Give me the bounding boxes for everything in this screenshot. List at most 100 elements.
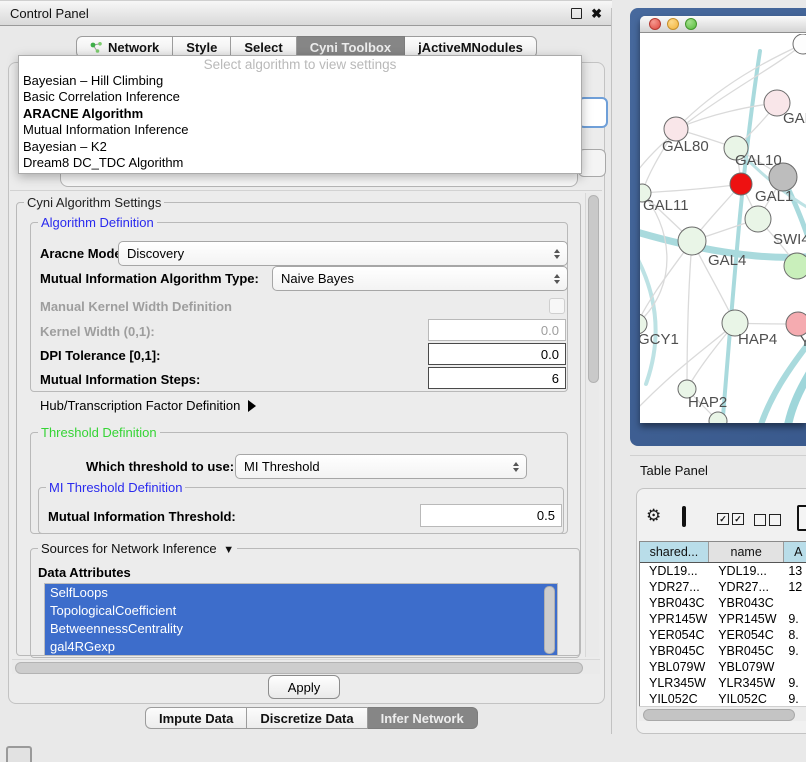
table-horizontal-scrollbar-thumb[interactable] (643, 709, 795, 721)
network-node-label: GAL4 (708, 252, 746, 269)
float-window-icon[interactable] (571, 8, 582, 19)
table-row[interactable]: YBR045CYBR045C9. (640, 643, 806, 659)
table-row[interactable]: YBR043CYBR043C (640, 595, 806, 611)
table-cell[interactable]: 9. (785, 675, 806, 691)
hub-tf-definition-toggle[interactable]: Hub/Transcription Factor Definition (40, 398, 256, 413)
column-header-partial[interactable]: A (784, 542, 806, 562)
aracne-mode-select[interactable]: Discovery (118, 241, 568, 266)
gear-icon[interactable]: ⚙ (646, 507, 661, 524)
network-window-titlebar[interactable] (640, 16, 806, 33)
table-cell[interactable]: YBR043C (709, 595, 785, 611)
table-cell[interactable]: YBL079W (640, 659, 709, 675)
algorithm-option[interactable]: Bayesian – K2 (19, 139, 581, 155)
checked-checkbox-icon[interactable]: ✓ (732, 513, 744, 525)
unchecked-checkbox-icon[interactable] (769, 514, 781, 526)
algorithm-option[interactable]: Dream8 DC_TDC Algorithm (19, 155, 581, 171)
table-cell[interactable]: YBL079W (709, 659, 785, 675)
network-node[interactable] (745, 206, 771, 232)
network-window[interactable]: GALGAL80GAL10GAL11GAL1SWI4GAL4GCY1HAP4YH… (640, 16, 806, 423)
table-cell[interactable]: 9. (785, 643, 806, 659)
table-row[interactable]: YPR145WYPR145W9. (640, 611, 806, 627)
table-cell[interactable] (785, 659, 806, 675)
mi-steps-field[interactable]: 6 (428, 367, 566, 389)
mi-algorithm-type-select[interactable]: Naive Bayes (272, 266, 568, 291)
settings-vertical-scrollbar-thumb[interactable] (588, 195, 599, 383)
unchecked-checkbox-icon[interactable] (754, 514, 766, 526)
close-traffic-light-icon[interactable] (649, 18, 661, 30)
table-cell[interactable]: YBR045C (709, 643, 785, 659)
network-node[interactable] (793, 34, 806, 54)
table-row[interactable]: YDL19...YDL19...13 (640, 563, 806, 579)
algorithm-option[interactable]: Basic Correlation Inference (19, 89, 581, 105)
table-cell[interactable]: YIL052C (640, 691, 709, 707)
settings-horizontal-scrollbar-thumb[interactable] (15, 662, 583, 674)
table-row[interactable]: YLR345WYLR345W9. (640, 675, 806, 691)
apply-button[interactable]: Apply (268, 675, 340, 699)
attribute-item[interactable]: gal4RGexp (45, 638, 557, 656)
table-cell[interactable]: YLR345W (709, 675, 785, 691)
network-canvas[interactable]: GALGAL80GAL10GAL11GAL1SWI4GAL4GCY1HAP4YH… (640, 34, 806, 423)
table-cell[interactable]: YER054C (640, 627, 709, 643)
attribute-item[interactable]: TopologicalCoefficient (45, 602, 557, 620)
table-cell[interactable]: 13 (785, 563, 806, 579)
table-row[interactable]: YIL052CYIL052C9. (640, 691, 806, 707)
minimize-traffic-light-icon[interactable] (667, 18, 679, 30)
close-icon[interactable]: ✖ (591, 7, 602, 20)
table-cell[interactable]: YDR27... (640, 579, 709, 595)
table-cell[interactable]: YPR145W (709, 611, 785, 627)
algorithm-option[interactable]: ARACNE Algorithm (19, 106, 581, 122)
tab-discretize-data[interactable]: Discretize Data (247, 707, 367, 729)
table-cell[interactable]: YLR345W (640, 675, 709, 691)
table-cell[interactable]: YBR043C (640, 595, 709, 611)
file-icon[interactable] (797, 505, 806, 531)
algorithm-option[interactable]: Bayesian – Hill Climbing (19, 73, 581, 89)
checked-checkbox-icon[interactable]: ✓ (717, 513, 729, 525)
network-edge[interactable] (687, 241, 692, 389)
zoom-traffic-light-icon[interactable] (685, 18, 697, 30)
data-attributes-list[interactable]: SelfLoopsTopologicalCoefficientBetweenne… (44, 583, 558, 656)
algorithm-option[interactable]: Mutual Information Inference (19, 122, 581, 138)
manual-kernel-width-checkbox[interactable] (549, 298, 565, 314)
table-cell[interactable]: 12 (785, 579, 806, 595)
stepper-icon (513, 462, 526, 472)
attribute-item[interactable]: SelfLoops (45, 584, 557, 602)
columns-icon[interactable] (682, 506, 686, 527)
mi-threshold-field[interactable]: 0.5 (420, 504, 562, 527)
column-header-shared-name[interactable]: shared... (640, 542, 709, 562)
table-cell[interactable]: YER054C (709, 627, 785, 643)
table-cell[interactable]: YBR045C (640, 643, 709, 659)
settings-horizontal-scrollbar[interactable] (12, 659, 600, 674)
table-cell[interactable] (785, 595, 806, 611)
table-row[interactable]: YER054CYER054C8. (640, 627, 806, 643)
attribute-item[interactable]: BetweennessCentrality (45, 620, 557, 638)
table-horizontal-scrollbar[interactable] (639, 706, 806, 721)
settings-vertical-scrollbar[interactable] (585, 193, 599, 657)
table-cell[interactable]: 8. (785, 627, 806, 643)
tab-impute-data[interactable]: Impute Data (145, 707, 247, 729)
attr-list-scrollbar-thumb[interactable] (544, 586, 555, 654)
sources-title[interactable]: Sources for Network Inference ▼ (38, 541, 237, 556)
which-threshold-label: Which threshold to use: (86, 459, 234, 474)
table-cell[interactable]: 9. (785, 691, 806, 707)
node-table-body: YDL19...YDL19...13YDR27...YDR27...12YBR0… (640, 563, 806, 707)
table-cell[interactable]: YDL19... (709, 563, 785, 579)
tab-infer-network[interactable]: Infer Network (368, 707, 478, 729)
table-cell[interactable]: YPR145W (640, 611, 709, 627)
table-cell[interactable]: YIL052C (709, 691, 785, 707)
table-cell[interactable]: 9. (785, 611, 806, 627)
network-edge[interactable] (676, 103, 777, 129)
table-cell[interactable]: YDR27... (709, 579, 785, 595)
dpi-tolerance-field[interactable]: 0.0 (428, 343, 566, 365)
network-edge[interactable] (642, 184, 741, 193)
minimized-window-icon[interactable] (6, 746, 32, 762)
which-threshold-select[interactable]: MI Threshold (235, 454, 527, 479)
network-node[interactable] (784, 253, 806, 279)
network-node[interactable] (678, 227, 706, 255)
control-panel-right-border (611, 8, 612, 734)
table-row[interactable]: YDR27...YDR27...12 (640, 579, 806, 595)
table-cell[interactable]: YDL19... (640, 563, 709, 579)
table-row[interactable]: YBL079WYBL079W (640, 659, 806, 675)
column-header-name[interactable]: name (709, 542, 785, 562)
network-node[interactable] (730, 173, 752, 195)
kernel-width-field[interactable]: 0.0 (428, 319, 566, 341)
